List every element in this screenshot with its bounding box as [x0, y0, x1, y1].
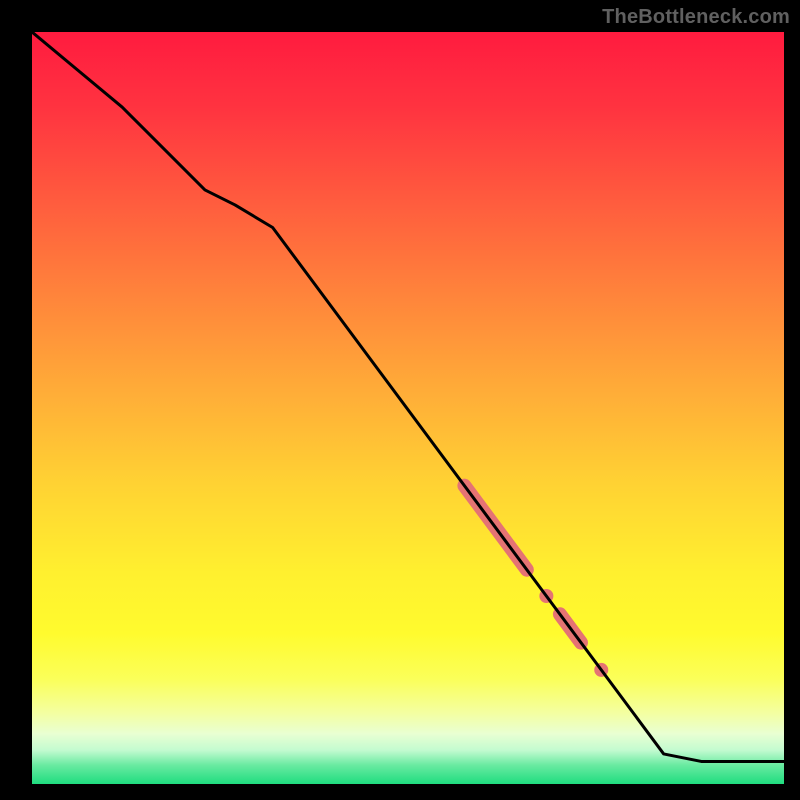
- attribution-label: TheBottleneck.com: [602, 6, 790, 29]
- curve-layer: [32, 32, 784, 784]
- plot-area: [32, 32, 784, 784]
- main-curve: [32, 32, 784, 761]
- chart-frame: TheBottleneck.com: [0, 0, 800, 800]
